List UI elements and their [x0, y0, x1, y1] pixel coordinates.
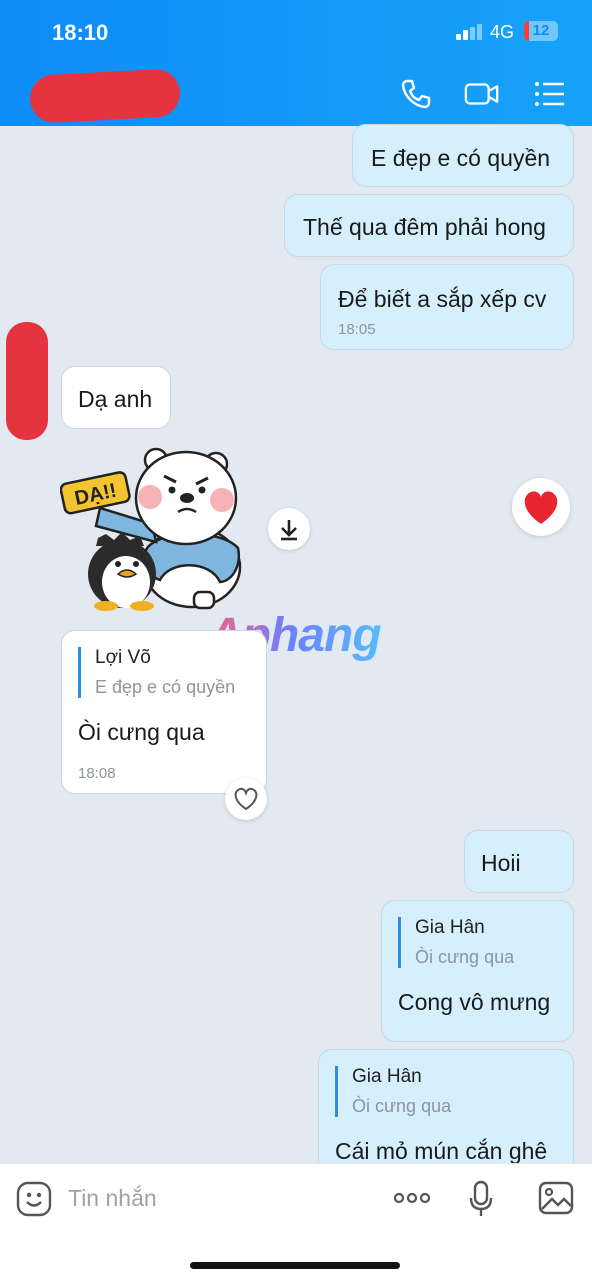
like-button[interactable]: [225, 778, 267, 820]
microphone-icon[interactable]: [468, 1180, 494, 1218]
message-text: Thế qua đêm phải hong: [303, 214, 546, 240]
quote-text: E đẹp e có quyền: [95, 677, 236, 697]
heart-outline-icon: [234, 787, 258, 811]
sender-avatar-redacted[interactable]: [6, 322, 48, 440]
message-bubble-outgoing[interactable]: Hoii: [464, 830, 574, 893]
message-text: Cong vô mưng: [398, 989, 551, 1015]
network-label: 4G: [490, 22, 515, 42]
message-time: 18:08: [78, 765, 116, 782]
status-time: 18:10: [52, 20, 109, 45]
sticker-bear-penguin[interactable]: DẠ!!: [60, 442, 250, 614]
message-text: Để biết a sắp xếp cv: [338, 286, 547, 312]
message-bubble-outgoing[interactable]: E đẹp e có quyền: [352, 124, 574, 187]
emoji-icon[interactable]: [16, 1181, 52, 1217]
video-call-icon[interactable]: [464, 76, 500, 112]
battery-icon: 12: [524, 21, 558, 41]
quote-sender: Lợi Võ: [95, 647, 151, 668]
message-text: Hoii: [481, 850, 521, 876]
quote-text: Òi cưng qua: [352, 1096, 452, 1116]
battery-level: 12: [532, 22, 550, 39]
call-icon[interactable]: [398, 76, 434, 112]
menu-icon[interactable]: [532, 76, 568, 112]
image-icon[interactable]: [538, 1181, 574, 1215]
message-text: Cái mỏ mún cắn ghê: [335, 1138, 548, 1164]
home-indicator: [190, 1262, 400, 1269]
message-bubble-outgoing[interactable]: Để biết a sắp xếp cv 18:05: [320, 264, 574, 350]
message-time: 18:05: [338, 321, 376, 338]
quote-text: Òi cưng qua: [415, 947, 515, 967]
reaction-button[interactable]: [512, 478, 570, 536]
heart-icon: [524, 491, 558, 524]
message-input[interactable]: Tin nhắn: [68, 1185, 157, 1212]
download-icon: [281, 520, 297, 541]
reply-quote[interactable]: Gia Hân Òi cưng qua: [335, 1066, 451, 1117]
message-text: Dạ anh: [78, 386, 153, 412]
chat-header: 18:10 4G 12: [0, 0, 592, 126]
signal-icon: [456, 24, 482, 40]
message-bubble-outgoing-reply[interactable]: Gia Hân Òi cưng qua Cong vô mưng: [381, 900, 574, 1042]
message-bubble-outgoing[interactable]: Thế qua đêm phải hong: [284, 194, 574, 257]
more-icon[interactable]: [392, 1186, 432, 1210]
contact-name-redacted[interactable]: [28, 68, 182, 124]
reply-quote[interactable]: Lợi Võ E đẹp e có quyền: [78, 647, 235, 698]
quote-sender: Gia Hân: [352, 1066, 422, 1087]
quote-sender: Gia Hân: [415, 917, 485, 938]
download-sticker-button[interactable]: [268, 508, 310, 550]
message-text: E đẹp e có quyền: [371, 145, 551, 171]
message-bubble-incoming-reply[interactable]: Lợi Võ E đẹp e có quyền Òi cưng qua 18:0…: [61, 630, 267, 794]
message-bubble-incoming[interactable]: Dạ anh: [61, 366, 171, 429]
message-text: Òi cưng qua: [78, 719, 205, 745]
reply-quote[interactable]: Gia Hân Òi cưng qua: [398, 917, 514, 968]
